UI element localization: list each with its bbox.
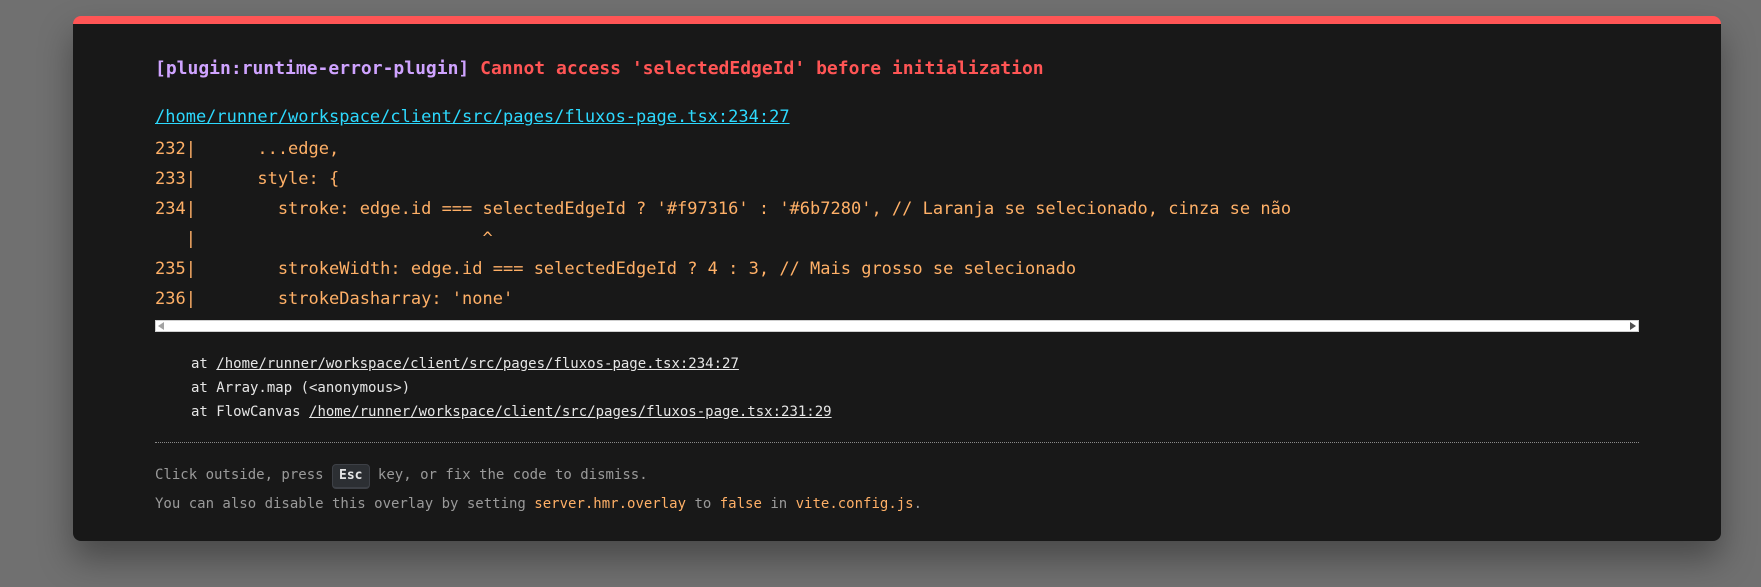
tip-text: Click outside, press xyxy=(155,467,333,483)
stack-prefix: at xyxy=(191,356,217,372)
error-message: [plugin:runtime-error-plugin] Cannot acc… xyxy=(155,58,1044,80)
stack-line: at /home/runner/workspace/client/src/pag… xyxy=(191,352,832,376)
config-file-name: vite.config.js xyxy=(795,496,914,512)
esc-key: Esc xyxy=(332,464,370,489)
dismiss-tip: Click outside, press Esc key, or fix the… xyxy=(155,460,922,518)
caret-line: | ^ xyxy=(155,229,493,249)
tip-line: Click outside, press Esc key, or fix the… xyxy=(155,460,922,489)
code-frame: 232| ...edge, 233| style: { 234| stroke:… xyxy=(155,134,1639,314)
stack-prefix: at FlowCanvas xyxy=(191,404,310,420)
tip-text: in xyxy=(761,496,796,512)
code-line: 233| style: { xyxy=(155,169,340,189)
code-line: 234| stroke: edge.id === selectedEdgeId … xyxy=(155,199,1292,219)
tip-text: You can also disable this overlay by set… xyxy=(155,496,535,512)
error-file-link[interactable]: /home/runner/workspace/client/src/pages/… xyxy=(155,106,790,128)
error-text: Cannot access 'selectedEdgeId' before in… xyxy=(480,58,1044,79)
stack-trace: at /home/runner/workspace/client/src/pag… xyxy=(191,352,832,424)
stack-line: at Array.map (<anonymous>) xyxy=(191,380,411,396)
plugin-label: [plugin:runtime-error-plugin] xyxy=(155,58,470,79)
divider xyxy=(155,442,1639,443)
error-overlay: [plugin:runtime-error-plugin] Cannot acc… xyxy=(73,16,1721,541)
tip-line: You can also disable this overlay by set… xyxy=(155,489,922,518)
code-line: 235| strokeWidth: edge.id === selectedEd… xyxy=(155,259,1077,279)
scroll-left-icon[interactable] xyxy=(158,322,164,330)
setting-value: false xyxy=(719,496,762,512)
tip-text: key, or fix the code to dismiss. xyxy=(369,467,648,483)
code-line: 236| strokeDasharray: 'none' xyxy=(155,289,514,309)
stack-file-link[interactable]: /home/runner/workspace/client/src/pages/… xyxy=(216,356,739,372)
stack-line: at FlowCanvas /home/runner/workspace/cli… xyxy=(191,400,832,424)
stack-file-link[interactable]: /home/runner/workspace/client/src/pages/… xyxy=(309,404,832,420)
tip-text: . xyxy=(913,496,923,512)
tip-text: to xyxy=(686,496,720,512)
code-line: 232| ...edge, xyxy=(155,139,340,159)
scroll-right-icon[interactable] xyxy=(1630,322,1636,330)
horizontal-scrollbar[interactable] xyxy=(155,320,1639,332)
setting-name: server.hmr.overlay xyxy=(534,496,687,512)
